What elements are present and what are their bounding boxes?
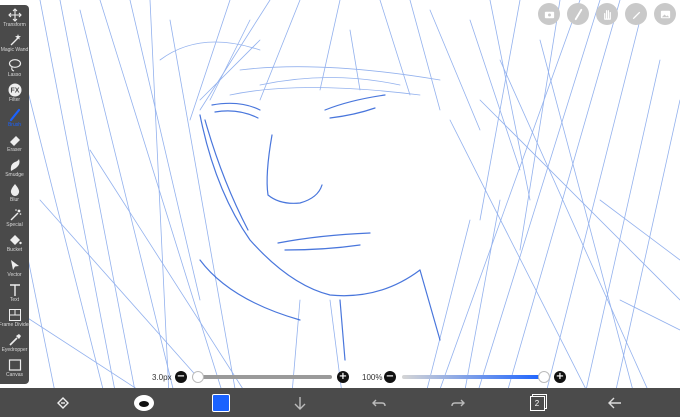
tool-label: Blur [10,197,19,203]
brush-size-increase-button[interactable]: + [337,371,349,383]
eraser-icon [8,133,22,147]
arrow-left-icon [608,397,621,409]
tool-text[interactable]: Text [0,283,29,308]
tool-sidebar: Transform Magic Wand Lasso FX Filter Brush Era… [0,5,31,384]
color-swatch [212,394,230,412]
redo-button[interactable] [447,392,469,414]
tool-label: Vector [7,272,22,278]
tool-eraser[interactable]: Eraser [0,133,29,158]
tool-label: Lasso [7,72,22,78]
pen-icon [632,11,640,19]
tool-label: Bucket [6,247,23,253]
layers-count: 2 [534,398,540,408]
lasso-icon [8,58,22,72]
layer-settings-icon [544,11,554,18]
tool-filter[interactable]: FX Filter [0,83,29,108]
eyedropper-icon [8,333,22,347]
tool-lasso[interactable]: Lasso [0,58,29,83]
fx-icon: FX [8,83,22,97]
special-icon [8,208,22,222]
tool-transform[interactable]: Transform [0,8,29,33]
tool-label: Transform [3,22,26,28]
quick-menu-button[interactable] [52,392,74,414]
opacity-slider-knob[interactable] [538,371,550,383]
import-button[interactable] [289,392,311,414]
pen-button[interactable] [625,3,647,25]
tool-canvas[interactable]: Canvas [0,358,29,383]
brush-size-slider-knob[interactable] [192,371,204,383]
image-button[interactable] [654,3,676,25]
svg-text:FX: FX [10,88,19,95]
bucket-icon [8,233,22,247]
tool-label: Frame Divider [0,322,31,328]
tool-label: Filter [8,97,21,103]
magic-wand-icon [8,33,22,47]
tool-eyedropper[interactable]: Eyedropper [0,333,29,358]
back-button[interactable] [604,392,626,414]
brush-preview-icon [134,395,154,411]
tool-blur[interactable]: Blur [0,183,29,208]
brush-preview-button[interactable] [133,392,155,414]
tool-label: Special [6,222,23,228]
opacity-slider[interactable] [402,375,544,379]
brush-icon [8,108,22,122]
tool-smudge[interactable]: Smudge [0,158,29,183]
tool-label: Eyedropper [1,347,28,353]
brush-size-decrease-button[interactable]: − [175,371,187,383]
tool-label: Magic Wand [0,47,29,53]
opacity-decrease-button[interactable]: − [384,371,396,383]
image-icon [660,10,670,18]
tool-label: Smudge [5,172,24,178]
hand-button[interactable] [596,3,618,25]
tool-vector[interactable]: Vector [0,258,29,283]
modify-icon [57,397,69,409]
redo-icon [451,399,465,407]
tool-label: Eraser [7,147,22,153]
tool-brush[interactable]: Brush [0,108,29,133]
tool-frame-divider[interactable]: Frame Divider [0,308,31,333]
tool-magic-wand[interactable]: Magic Wand [0,33,29,58]
undo-icon [372,399,386,407]
arrow-down-icon [294,397,306,410]
hand-icon [603,9,611,20]
droplet-icon [8,183,22,197]
brush-size-slider[interactable] [192,375,332,379]
vector-icon [8,258,22,272]
brush-size-value: 3.0px [152,373,172,382]
opacity-value: 100% [362,373,383,382]
move-icon [7,8,22,22]
tool-label: Text [9,297,20,303]
color-picker-button[interactable] [210,392,232,414]
frame-divider-icon [8,308,22,322]
brush-preset-icon [574,8,582,20]
canvas-icon [8,358,22,372]
smudge-icon [8,158,22,172]
drawing-canvas[interactable] [0,0,680,417]
layer-settings-button[interactable] [538,3,560,25]
tool-label: Brush [7,122,22,128]
text-icon [8,283,22,297]
opacity-increase-button[interactable]: + [554,371,566,383]
tool-special[interactable]: Special [0,208,29,233]
layers-icon: 2 [529,395,545,411]
undo-button[interactable] [368,392,390,414]
layers-button[interactable]: 2 [526,392,548,414]
tool-label: Canvas [6,372,23,378]
brush-preset-button[interactable] [567,3,589,25]
tool-bucket[interactable]: Bucket [0,233,29,258]
bottom-toolbar: 2 [0,388,680,417]
